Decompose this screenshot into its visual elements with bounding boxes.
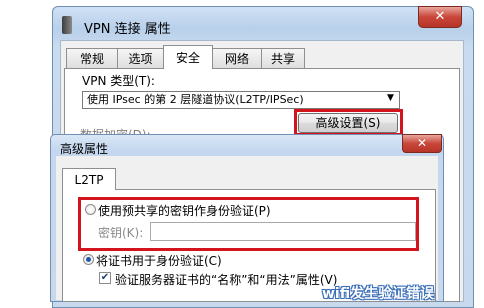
tab-networking[interactable]: 网络 <box>212 48 262 68</box>
tab-general[interactable]: 常规 <box>66 48 118 68</box>
desktop-background <box>0 0 50 300</box>
verify-server-checkbox[interactable]: ✔ <box>99 272 111 284</box>
vpn-window-title: VPN 连接 属性 <box>84 22 171 37</box>
close-icon[interactable]: ✕ <box>402 134 442 153</box>
verify-server-label[interactable]: 验证服务器证书的“名称”和“用法”属性(V) <box>115 271 337 288</box>
highlight-box-advanced-button <box>294 109 403 136</box>
advanced-window-title: 高级属性 <box>60 142 109 156</box>
psk-radio[interactable] <box>85 204 96 215</box>
vpn-connection-icon <box>62 16 72 34</box>
key-label: 密钥(K): <box>98 226 144 240</box>
tab-options[interactable]: 选项 <box>117 48 164 68</box>
checkmark-icon: ✔ <box>100 272 110 283</box>
psk-option-label[interactable]: 使用预共享的密钥作身份验证(P) <box>98 202 271 219</box>
key-input[interactable] <box>150 222 416 241</box>
tab-security[interactable]: 安全 <box>163 45 213 69</box>
certificate-option-label[interactable]: 将证书用于身份验证(C) <box>96 252 222 269</box>
certificate-radio[interactable] <box>83 254 94 265</box>
vpn-type-select[interactable]: 使用 IPsec 的第 2 层隧道协议(L2TP/IPSec) <box>82 91 400 109</box>
vpn-type-label: VPN 类型(T): <box>82 74 155 88</box>
dropdown-arrow-icon[interactable]: ▼ <box>387 93 394 103</box>
watermark-text: wifi发生验证错误 <box>322 286 435 302</box>
tab-l2tp[interactable]: L2TP <box>62 168 116 190</box>
close-icon[interactable]: ✕ <box>418 6 462 28</box>
tab-sharing[interactable]: 共享 <box>261 48 305 68</box>
